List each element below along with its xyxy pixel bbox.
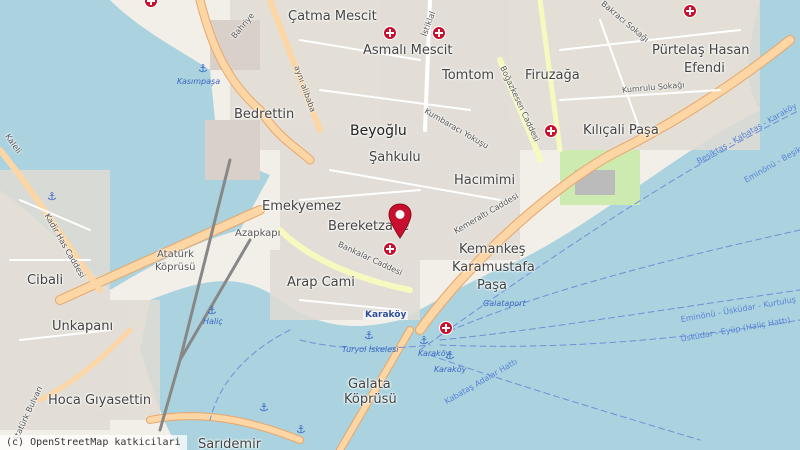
place-saridemir: Sarıdemir [198, 437, 262, 450]
transit-stop-karakoy[interactable]: Karaköy [363, 311, 409, 320]
place-galata-koprusu: Köprüsü [344, 392, 397, 407]
map-attribution[interactable]: (c) OpenStreetMap katkicilari [0, 435, 187, 450]
pharmacy-icon[interactable] [383, 242, 397, 256]
place-kilicali-pasa: Kılıçali Paşa [583, 123, 659, 138]
street-ataturk-koprusu: Köprüsü [155, 262, 196, 273]
place-efendi: Efendi [684, 61, 725, 76]
place-emekyemez: Emekyemez [262, 199, 342, 214]
pharmacy-icon[interactable] [439, 321, 453, 335]
place-kemankes: Kemankeş [459, 242, 526, 257]
place-unkapani: Unkapanı [52, 319, 114, 334]
pharmacy-icon[interactable] [383, 26, 397, 40]
place-hoca-giyasettin: Hoca Gıyasettin [48, 393, 152, 408]
place-tomtom: Tomtom [442, 68, 495, 83]
place-bedrettin: Bedrettin [234, 107, 295, 122]
water-kasimpasa: Kasımpaşa [177, 77, 221, 86]
place-cibali: Cibali [27, 273, 64, 288]
anchor-icon: ⚓ [207, 304, 217, 317]
anchor-icon: ⚓ [296, 423, 306, 436]
anchor-icon: ⚓ [198, 62, 208, 75]
place-asmali-mescit: Asmalı Mescit [363, 43, 453, 58]
street-ataturk: Atatürk [157, 249, 194, 260]
map-view[interactable]: Çatma Mescit Asmalı Mescit Tomtom Firuza… [0, 0, 800, 450]
water-karakoy-pier-2: Karaköy [434, 365, 467, 374]
water-turyol-iskelesi: Turyol İskelesi [342, 345, 399, 354]
place-arap-cami: Arap Cami [287, 275, 355, 290]
water-halic: Haliç [203, 317, 223, 326]
anchor-icon: ⚓ [47, 190, 57, 203]
anchor-icon: ⚓ [445, 349, 455, 362]
place-galata: Galata [348, 377, 391, 392]
location-marker-icon[interactable] [388, 203, 412, 239]
place-sahkulu: Şahkulu [369, 150, 421, 165]
anchor-icon: ⚓ [364, 329, 374, 342]
place-karamustafa: Karamustafa [452, 260, 535, 275]
place-catma-mescit: Çatma Mescit [288, 9, 377, 24]
water-galataport: Galataport [483, 299, 526, 308]
pharmacy-icon[interactable] [683, 4, 697, 18]
pharmacy-icon[interactable] [432, 26, 446, 40]
place-firuzaga: Firuzağa [525, 68, 580, 83]
anchor-icon: ⚓ [259, 401, 269, 414]
place-pasa: Paşa [477, 278, 507, 293]
place-hacimimi: Hacımimi [454, 173, 516, 188]
place-beyoglu: Beyoğlu [350, 123, 407, 139]
place-purtelas-hasan: Pürtelaş Hasan [652, 43, 750, 58]
street-azapkapi: Azapkapı [235, 228, 281, 239]
pharmacy-icon[interactable] [544, 124, 558, 138]
anchor-icon: ⚓ [419, 334, 429, 347]
